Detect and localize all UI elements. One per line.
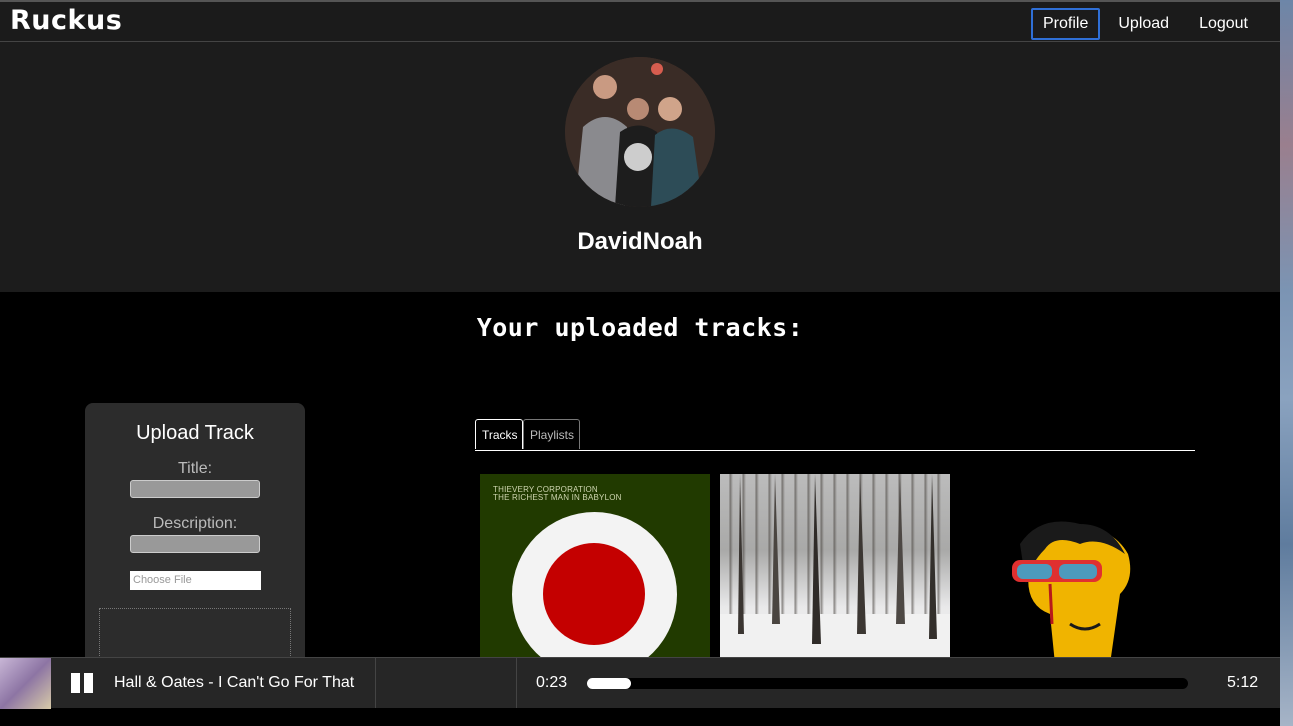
upload-form-heading: Upload Track: [136, 422, 254, 444]
title-input[interactable]: [130, 480, 260, 498]
now-playing-artwork: [0, 658, 51, 709]
cover-text: THE RICHEST MAN IN BABYLON: [493, 493, 622, 502]
seek-bar-progress: [587, 678, 632, 689]
tracks-tabs: Tracks Playlists: [475, 419, 1195, 451]
title-label: Title:: [177, 460, 213, 477]
avatar-photo: [565, 57, 715, 207]
desktop-background: [1280, 0, 1293, 726]
track-card[interactable]: [720, 474, 950, 664]
avatar: [565, 57, 715, 207]
total-duration: 5:12: [1227, 674, 1259, 691]
pause-icon: [84, 673, 93, 693]
pause-icon: [71, 673, 80, 693]
logout-link[interactable]: Logout: [1187, 8, 1260, 40]
tab-playlists[interactable]: Playlists: [523, 419, 580, 449]
cover-snowy-forest: [720, 474, 950, 664]
profile-username: DavidNoah: [577, 228, 703, 255]
nav-links: Profile Upload Logout: [1031, 8, 1260, 40]
seek-bar[interactable]: [587, 678, 1188, 689]
track-card[interactable]: [960, 474, 1190, 664]
profile-link[interactable]: Profile: [1031, 8, 1101, 40]
choose-file-button[interactable]: Choose File: [130, 571, 261, 590]
description-label: Description:: [152, 515, 238, 532]
top-navbar: Ruckus Profile Upload Logout: [0, 0, 1280, 42]
now-playing-title: Hall & Oates - I Can't Go For That: [114, 674, 355, 691]
cover-sunglasses-portrait: [1012, 521, 1131, 664]
upload-link[interactable]: Upload: [1106, 8, 1181, 40]
divider: [516, 658, 517, 708]
audio-player-bar: Hall & Oates - I Can't Go For That 0:23 …: [0, 657, 1280, 709]
divider: [375, 658, 376, 708]
track-card[interactable]: THIEVERY CORPORATION THE RICHEST MAN IN …: [480, 474, 710, 664]
tab-tracks[interactable]: Tracks: [475, 419, 523, 449]
cover-target-center: [543, 543, 645, 645]
upload-track-form: Upload Track Title: Description: Choose …: [85, 403, 305, 673]
page-title: Your uploaded tracks:: [476, 313, 804, 342]
pause-button[interactable]: [71, 673, 94, 693]
app-logo[interactable]: Ruckus: [10, 5, 122, 36]
elapsed-time: 0:23: [536, 674, 568, 691]
description-input[interactable]: [130, 535, 260, 553]
profile-header: DavidNoah: [0, 42, 1280, 292]
